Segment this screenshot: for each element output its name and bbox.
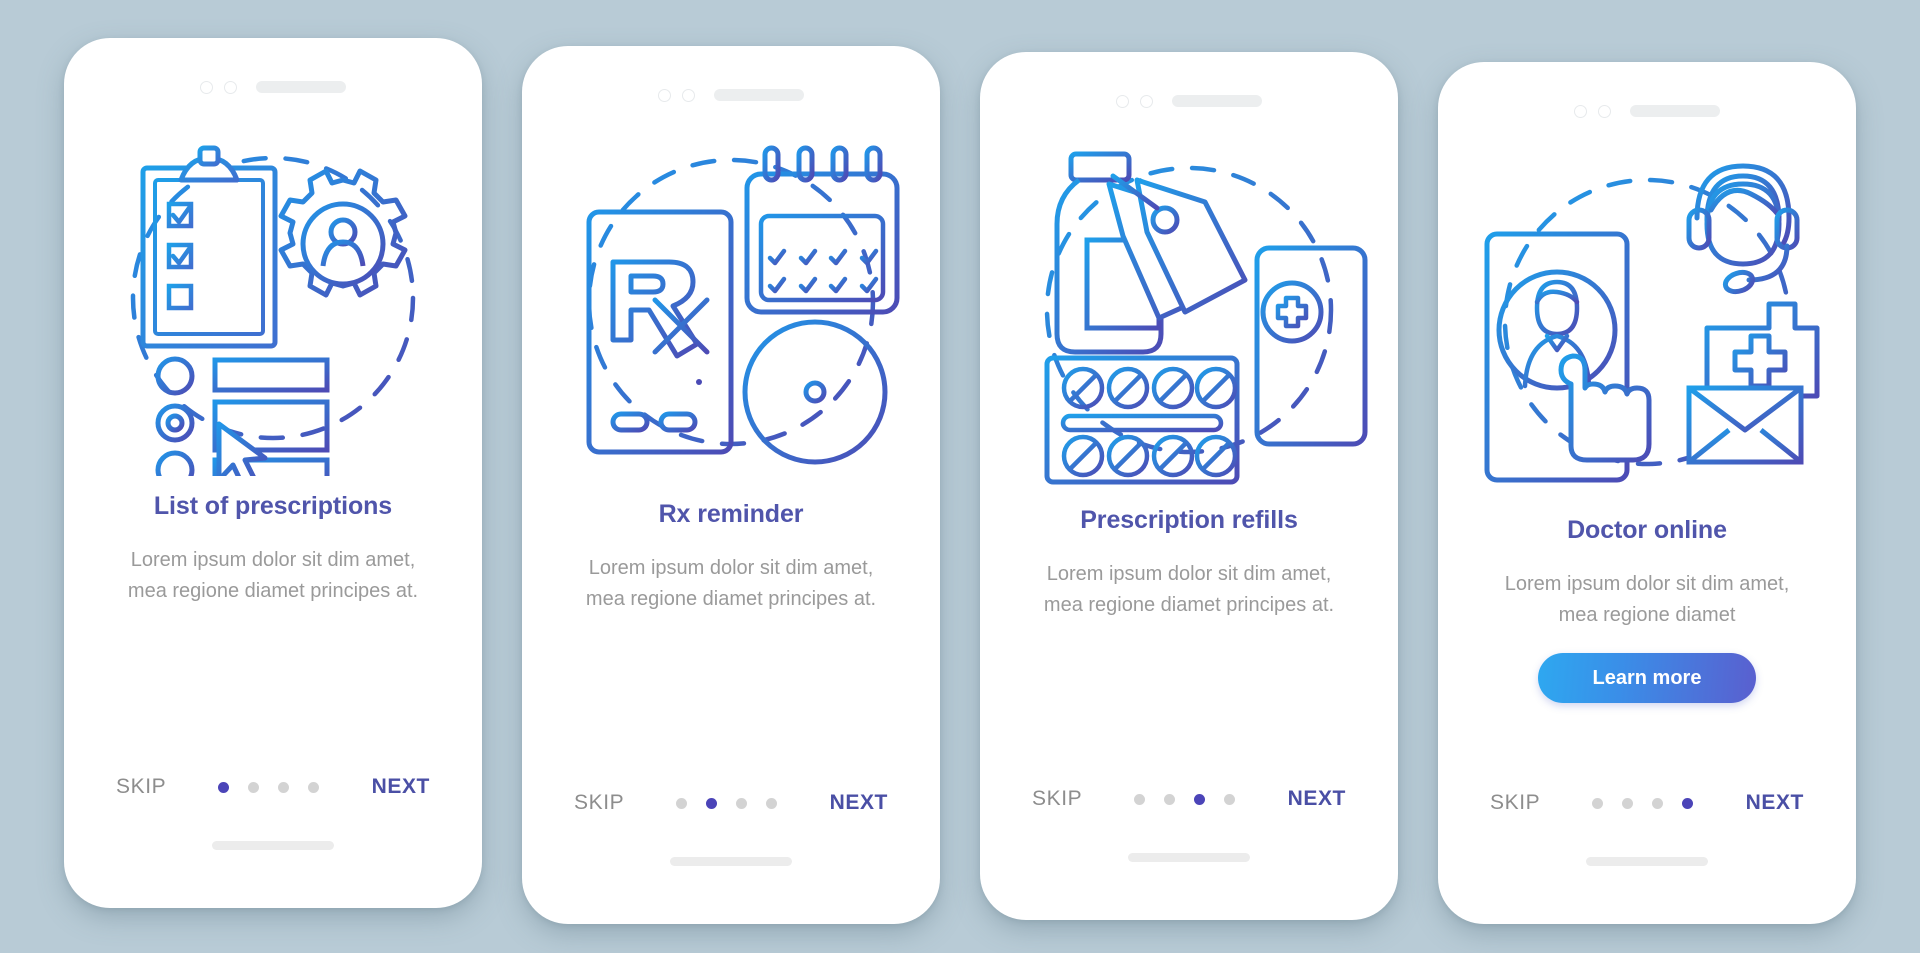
pagination-dot-3[interactable] xyxy=(1652,797,1664,809)
phone-status-bar xyxy=(980,78,1398,124)
phone-status-bar xyxy=(1438,88,1856,134)
screen-title: Prescription refills xyxy=(1080,506,1298,534)
pagination-dot-1[interactable] xyxy=(1134,793,1146,805)
status-pill-icon xyxy=(714,89,804,101)
status-circle-icon xyxy=(1140,94,1153,108)
pagination-dot-1[interactable] xyxy=(676,797,688,809)
screen-title: Doctor online xyxy=(1567,516,1727,544)
pagination-dots xyxy=(218,781,320,793)
phone-status-bar xyxy=(64,64,482,110)
onboarding-nav-row: SKIP NEXT xyxy=(980,787,1398,811)
pagination-dot-2[interactable] xyxy=(248,781,260,793)
status-circle-icon xyxy=(658,88,671,102)
skip-button[interactable]: SKIP xyxy=(1032,787,1082,811)
illustration-clipboard-checklist-gear-user-cursor-icon xyxy=(64,116,482,486)
onboarding-screens-stage: List of prescriptions Lorem ipsum dolor … xyxy=(0,0,1920,953)
pagination-dot-1[interactable] xyxy=(1592,797,1604,809)
next-button[interactable]: NEXT xyxy=(830,791,888,815)
skip-button[interactable]: SKIP xyxy=(1490,791,1540,815)
onboarding-nav-row: SKIP NEXT xyxy=(522,791,940,815)
next-button[interactable]: NEXT xyxy=(372,775,430,799)
pagination-dot-2[interactable] xyxy=(1622,797,1634,809)
screen-description: Lorem ipsum dolor sit dim amet, mea regi… xyxy=(127,549,419,602)
next-button[interactable]: NEXT xyxy=(1288,787,1346,811)
pagination-dot-3[interactable] xyxy=(736,797,748,809)
pagination-dot-4[interactable] xyxy=(1224,793,1236,805)
onboarding-screen-list-of-prescriptions: List of prescriptions Lorem ipsum dolor … xyxy=(64,38,482,908)
home-indicator-bar xyxy=(670,857,792,866)
phone-status-bar xyxy=(522,72,940,118)
status-circle-icon xyxy=(1574,104,1587,118)
pagination-dots xyxy=(1592,797,1694,809)
onboarding-screen-rx-reminder: Rx reminder Lorem ipsum dolor sit dim am… xyxy=(522,46,940,924)
screen-description: Lorem ipsum dolor sit dim amet, mea regi… xyxy=(1043,563,1335,616)
pagination-dot-3[interactable] xyxy=(278,781,290,793)
home-indicator-bar xyxy=(1128,853,1250,862)
pagination-dots xyxy=(676,797,778,809)
screen-description: Lorem ipsum dolor sit dim amet, mea regi… xyxy=(1504,573,1790,626)
pagination-dot-2[interactable] xyxy=(706,797,718,809)
pagination-dot-4[interactable] xyxy=(1682,797,1694,809)
onboarding-nav-row: SKIP NEXT xyxy=(64,775,482,799)
skip-button[interactable]: SKIP xyxy=(574,791,624,815)
pagination-dot-1[interactable] xyxy=(218,781,230,793)
onboarding-nav-row: SKIP NEXT xyxy=(1438,791,1856,815)
illustration-medicine-bottle-tag-pills-phone-icon xyxy=(980,130,1398,500)
home-indicator-bar xyxy=(212,841,334,850)
skip-button[interactable]: SKIP xyxy=(116,775,166,799)
status-pill-icon xyxy=(256,81,346,93)
status-circle-icon xyxy=(1598,104,1611,118)
status-circle-icon xyxy=(224,80,237,94)
onboarding-screen-prescription-refills: Prescription refills Lorem ipsum dolor s… xyxy=(980,52,1398,920)
pagination-dot-2[interactable] xyxy=(1164,793,1176,805)
status-pill-icon xyxy=(1172,95,1262,107)
pagination-dot-4[interactable] xyxy=(766,797,778,809)
status-circle-icon xyxy=(1116,94,1129,108)
screen-description: Lorem ipsum dolor sit dim amet, mea regi… xyxy=(585,557,877,610)
screen-title: List of prescriptions xyxy=(153,492,393,520)
pagination-dot-3[interactable] xyxy=(1194,793,1206,805)
status-circle-icon xyxy=(682,88,695,102)
next-button[interactable]: NEXT xyxy=(1746,791,1804,815)
illustration-phone-doctor-operator-headset-mail-icon xyxy=(1438,140,1856,510)
learn-more-button[interactable]: Learn more xyxy=(1538,653,1756,703)
status-circle-icon xyxy=(200,80,213,94)
screen-title: Rx reminder xyxy=(658,500,804,528)
onboarding-screen-doctor-online: Doctor online Lorem ipsum dolor sit dim … xyxy=(1438,62,1856,924)
pagination-dot-4[interactable] xyxy=(308,781,320,793)
pagination-dots xyxy=(1134,793,1236,805)
status-pill-icon xyxy=(1630,105,1720,117)
home-indicator-bar xyxy=(1586,857,1708,866)
illustration-phone-rx-calendar-clock-icon xyxy=(522,124,940,494)
